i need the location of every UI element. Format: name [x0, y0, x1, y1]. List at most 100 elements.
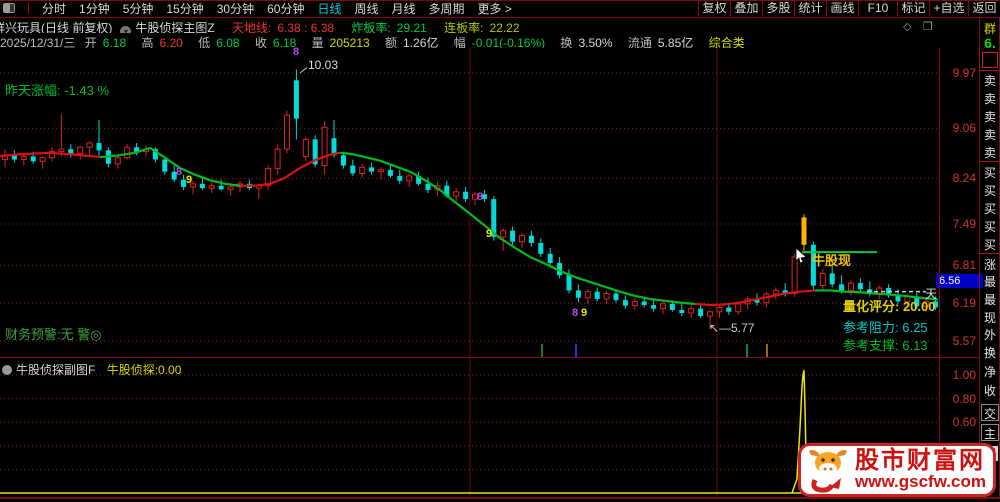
lianban-value: 22.22 — [489, 21, 520, 33]
tiandi-value: 6.38 : 6.38 — [277, 21, 335, 33]
toolbar-button-5[interactable]: F10 — [858, 0, 897, 16]
sub-axis-label-0.60: 0.60 — [952, 415, 976, 430]
tag-cai[interactable] — [575, 344, 577, 357]
period-item-4[interactable]: 30分钟 — [217, 0, 254, 17]
sub-axis-label-1.00: 1.00 — [952, 368, 976, 382]
strip-cell-9: 买 — [983, 238, 996, 252]
finance-warning-text: 财务预警:无 警◎ — [5, 327, 102, 342]
toolbar-button-2[interactable]: 多股 — [762, 0, 794, 16]
period-item-2[interactable]: 5分钟 — [123, 0, 154, 17]
low-value: 6.08 — [216, 36, 240, 48]
strip-cell-11: 最 — [983, 275, 996, 289]
vol-label: 量 — [311, 36, 324, 48]
quote-strip: 群 6. 交 主 14 卖卖卖卖卖买买买买买涨最最现外换净收 — [980, 18, 1000, 498]
watermark-url: www.gscfw.com — [855, 472, 986, 491]
tag-jie[interactable] — [746, 344, 748, 357]
stock-info-row: 群兴玩具(日线 前复权) ▾ 牛股侦探主图Z 天地线: 6.38 : 6.38 炸板率… — [0, 19, 933, 33]
period-item-7[interactable]: 周线 — [354, 0, 378, 17]
signal-mark-5: 8 — [572, 306, 579, 319]
chg-value: -0.01(-0.16%) — [471, 36, 546, 48]
period-item-10[interactable]: 更多 > — [478, 0, 512, 17]
high-value: 6.20 — [159, 36, 183, 48]
open-value: 6.18 — [102, 36, 127, 48]
period-toolbar: 分时 1分钟 5分钟 15分钟 30分钟 60分钟 日线 周线 月线 多周期 更多 > 复权 叠加 多股… — [0, 0, 1000, 16]
toolbar-button-1[interactable]: 叠加 — [730, 0, 762, 16]
low-price-annotation: ↖—5.77 — [709, 320, 755, 335]
toolbar-button-7[interactable]: +自选 — [929, 0, 968, 16]
strip-red-box[interactable] — [982, 52, 998, 68]
float-label: 流通 — [627, 36, 652, 48]
bottom-border — [0, 497, 1000, 499]
quant-score-text: 量化评分: 20.00 — [843, 299, 936, 314]
bull-signal-text: 牛股现 — [812, 253, 852, 268]
amount-label: 额 — [385, 36, 398, 48]
diamond-icon[interactable]: ◇ — [903, 20, 911, 33]
strip-sep — [980, 253, 1000, 254]
strip-sep — [980, 161, 1000, 162]
period-item-3[interactable]: 15分钟 — [166, 0, 203, 17]
toolbar-button-3[interactable]: 统计 — [794, 0, 826, 16]
signal-mark-1: 9 — [186, 173, 193, 186]
axis-label-6.19: 6.19 — [952, 296, 976, 311]
period-item-1[interactable]: 1分钟 — [79, 0, 110, 17]
quote-row: 2025/12/31/三 开 6.18 高 6.20 低 6.08 收 6.18 量 20… — [0, 34, 940, 48]
strip-cell-8: 买 — [983, 220, 996, 234]
strip-cell-1: 卖 — [983, 92, 996, 106]
quote-date: 2025/12/31/三 — [0, 36, 76, 48]
strip-btn-trade[interactable]: 交 — [981, 404, 999, 421]
period-item-0[interactable]: 分时 — [42, 0, 66, 17]
toolbar-button-4[interactable]: 画线 — [826, 0, 858, 16]
signal-mark-6: 9 — [581, 306, 588, 319]
toolbar-button-6[interactable]: 标记 — [897, 0, 929, 16]
sub-axis-label-0.80: 0.80 — [952, 391, 976, 406]
strip-cell-6: 买 — [983, 184, 996, 198]
axis-label-6.81: 6.81 — [952, 258, 976, 273]
strip-cell-10: 涨 — [983, 258, 996, 272]
axis-label-9.06: 9.06 — [952, 121, 976, 136]
high-price-annotation: 10.03 — [308, 57, 339, 72]
strip-cell-5: 买 — [983, 166, 996, 180]
strip-cell-3: 卖 — [983, 128, 996, 142]
current-price-box: 6.56 — [936, 273, 983, 288]
toolbar-button-0[interactable]: 复权 — [698, 0, 730, 16]
mouse-cursor-icon — [795, 248, 807, 264]
watermark: 股市财富网 www.gscfw.com — [798, 443, 996, 497]
category-label: 综合类 — [708, 36, 745, 48]
period-item-8[interactable]: 月线 — [392, 0, 416, 17]
close-label: 收 — [254, 36, 267, 48]
yesterday-change-text: 昨天涨幅: -1.43 % — [5, 83, 110, 98]
toolbar-buttons: 复权 叠加 多股 统计 画线 F10 标记 +自选 返回 — [698, 0, 1000, 16]
indicator-dropdown-icon[interactable]: ▾ — [120, 26, 132, 33]
strip-cell-12: 最 — [983, 293, 996, 307]
tag-die[interactable] — [541, 344, 543, 357]
main-indicator-name[interactable]: 牛股侦探主图Z — [135, 21, 214, 33]
period-item-5[interactable]: 60分钟 — [267, 0, 304, 17]
strip-btn-main[interactable]: 主 — [981, 424, 999, 441]
zhaban-label: 炸板率: — [351, 21, 391, 33]
stock-title[interactable]: 群兴玩具(日线 前复权) — [0, 21, 112, 33]
signal-mark-2: 8 — [293, 45, 300, 58]
strip-sep — [980, 70, 1000, 71]
strip-cell-7: 买 — [983, 202, 996, 216]
axis-label-8.24: 8.24 — [952, 171, 976, 186]
period-item-6[interactable]: 日线 — [317, 0, 341, 17]
lianban-label: 连板率: — [444, 21, 484, 33]
tiandi-label: 天地线: — [232, 21, 272, 33]
strip-cell-2: 卖 — [983, 110, 996, 124]
low-label: 低 — [198, 36, 211, 48]
window-icon[interactable]: ❐ — [923, 20, 933, 33]
period-item-9[interactable]: 多周期 — [429, 0, 465, 17]
tag-zhangbang[interactable] — [766, 344, 768, 357]
toolbar-button-8[interactable]: 返回 — [968, 0, 1000, 16]
high-label: 高 — [141, 36, 154, 48]
strip-cell-15: 换 — [983, 346, 996, 360]
support-text: 参考支撑: 6.13 — [843, 338, 928, 353]
main-candlestick-chart[interactable] — [0, 48, 940, 358]
strip-cell-13: 现 — [983, 311, 996, 325]
axis-label-5.57: 5.57 — [952, 334, 976, 348]
strip-cell-4: 卖 — [983, 146, 996, 160]
signal-mark-3: 8 — [477, 190, 484, 203]
panel-toggle-icon[interactable] — [3, 3, 15, 13]
axis-label-9.97: 9.97 — [952, 66, 976, 80]
amount-value: 1.26亿 — [403, 36, 439, 48]
